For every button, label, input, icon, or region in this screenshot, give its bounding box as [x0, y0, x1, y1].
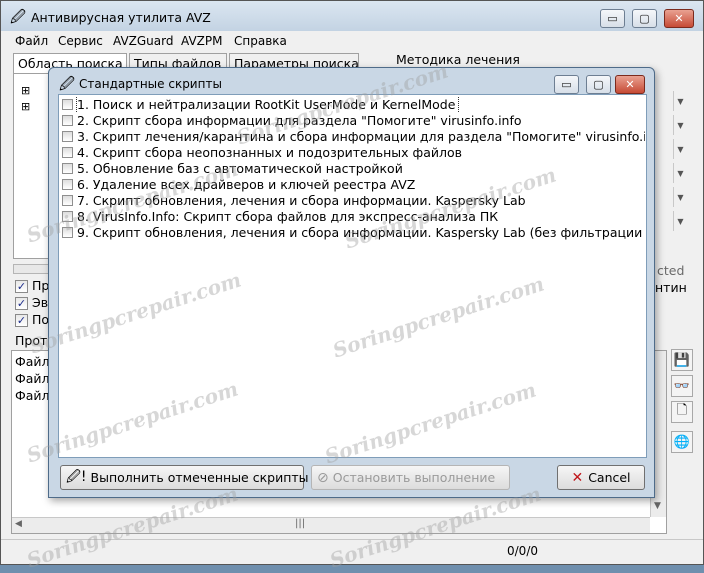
standard-scripts-dialog: 🖉 Стандартные скрипты ▭ ▢ ✕ 1. Поиск и н… [48, 67, 655, 498]
minimize-icon: ▭ [561, 78, 572, 91]
tree-expand-icon[interactable]: ⊞ [21, 84, 30, 97]
script-checkbox[interactable] [62, 195, 73, 206]
script-checkbox[interactable] [62, 227, 73, 238]
stop-execution-label: Остановить выполнение [332, 470, 496, 485]
run-scripts-label: Выполнить отмеченные скрипты [90, 470, 309, 485]
combo-arrow-icon[interactable]: ▼ [673, 211, 687, 231]
stop-execution-button[interactable]: ⊘ Остановить выполнение [311, 465, 510, 490]
app-icon: 🖉 [10, 8, 26, 26]
cancel-label: Cancel [588, 470, 631, 485]
cancel-button[interactable]: ✕ Cancel [557, 465, 645, 490]
menu-service[interactable]: Сервис [58, 34, 103, 48]
script-label: 6. Удаление всех драйверов и ключей реес… [77, 177, 416, 192]
menu-file[interactable]: Файл [15, 34, 48, 48]
log-line: Файл [15, 354, 50, 369]
scroll-thumb-icon[interactable]: ||| [295, 518, 305, 529]
scroll-down-icon[interactable]: ▼ [654, 501, 661, 511]
menu-avzpm[interactable]: AVZPM [181, 34, 222, 48]
option-label: Эв [32, 295, 49, 310]
maximize-icon: ▢ [639, 12, 650, 25]
run-scripts-icon: 🖉! [66, 468, 87, 485]
dialog-title: Стандартные скрипты [79, 77, 222, 91]
minimize-icon: ▭ [607, 12, 618, 25]
log-line: Файл [15, 371, 50, 386]
script-item[interactable]: 8. VirusInfo.Info: Скрипт сбора файлов д… [59, 209, 645, 225]
script-checkbox[interactable] [62, 131, 73, 142]
log-horizontal-scrollbar[interactable]: ◀ ||| [12, 517, 650, 533]
dialog-close-button[interactable]: ✕ [615, 75, 645, 94]
main-titlebar: 🖉 Антивирусная утилита AVZ ▭ ▢ ✕ [1, 1, 703, 31]
status-counter: 0/0/0 [507, 544, 538, 558]
dialog-minimize-button[interactable]: ▭ [554, 75, 579, 94]
script-label: 3. Скрипт лечения/карантина и сбора инфо… [77, 129, 645, 144]
script-label: 4. Скрипт сбора неопознанных и подозрите… [77, 145, 462, 160]
script-item[interactable]: 5. Обновление баз с автоматической настр… [59, 161, 645, 177]
tree-expand-icon[interactable]: ⊞ [21, 100, 30, 113]
script-checkbox[interactable] [62, 99, 73, 110]
partial-option-label: cted [657, 263, 685, 278]
script-label: 8. VirusInfo.Info: Скрипт сбора файлов д… [77, 209, 499, 224]
network-button[interactable]: 🌐 [671, 431, 693, 453]
stop-icon: ⊘ [317, 469, 329, 486]
glasses-icon: 👓 [673, 378, 691, 394]
script-checkbox[interactable] [62, 211, 73, 222]
run-scripts-button[interactable]: 🖉! Выполнить отмеченные скрипты [60, 465, 309, 490]
close-icon: ✕ [625, 78, 635, 91]
script-checkbox[interactable] [62, 115, 73, 126]
scroll-left-icon[interactable]: ◀ [15, 519, 22, 529]
close-button[interactable]: ✕ [664, 9, 694, 28]
menu-avzguard[interactable]: AVZGuard [113, 34, 173, 48]
menu-help[interactable]: Справка [234, 34, 287, 48]
save-icon: 💾 [673, 352, 691, 368]
combo-arrow-icon[interactable]: ▼ [673, 187, 687, 207]
network-icon: 🌐 [673, 434, 691, 450]
option-label: По [32, 312, 50, 327]
script-checkbox[interactable] [62, 163, 73, 174]
document-icon: 🗋 [676, 403, 688, 418]
script-label: 7. Скрипт обновления, лечения и сбора ин… [77, 193, 526, 208]
script-item[interactable]: 1. Поиск и нейтрализации RootKit UserMod… [59, 97, 645, 113]
script-label: 9. Скрипт обновления, лечения и сбора ин… [77, 225, 645, 240]
save-button[interactable]: 💾 [671, 349, 693, 371]
option-checkbox[interactable] [15, 297, 28, 310]
script-item[interactable]: 4. Скрипт сбора неопознанных и подозрите… [59, 145, 645, 161]
open-button[interactable]: 🗋 [671, 401, 693, 423]
combo-arrow-icon[interactable]: ▼ [673, 163, 687, 183]
combo-arrow-icon[interactable]: ▼ [673, 139, 687, 159]
log-tab-label[interactable]: Прот [15, 333, 47, 348]
script-checkbox[interactable] [62, 179, 73, 190]
script-label: 2. Скрипт сбора информации для раздела "… [77, 113, 522, 128]
treatment-heading: Методика лечения [396, 52, 520, 67]
option-checkbox[interactable] [15, 280, 28, 293]
script-item[interactable]: 9. Скрипт обновления, лечения и сбора ин… [59, 225, 645, 241]
option-checkbox[interactable] [15, 314, 28, 327]
script-item[interactable]: 7. Скрипт обновления, лечения и сбора ин… [59, 193, 645, 209]
cancel-x-icon: ✕ [571, 469, 584, 486]
log-lines: Файл Файл Файл [15, 353, 50, 404]
window-title: Антивирусная утилита AVZ [31, 10, 211, 25]
option-label: Пр [32, 278, 50, 293]
script-item[interactable]: 6. Удаление всех драйверов и ключей реес… [59, 177, 645, 193]
partial-option-label: нтин [655, 280, 687, 295]
combo-arrow-icon[interactable]: ▼ [673, 115, 687, 135]
dialog-maximize-button[interactable]: ▢ [586, 75, 611, 94]
script-item[interactable]: 3. Скрипт лечения/карантина и сбора инфо… [59, 129, 645, 145]
minimize-button[interactable]: ▭ [600, 9, 625, 28]
script-checkbox[interactable] [62, 147, 73, 158]
log-line: Файл [15, 388, 50, 403]
menu-bar: Файл Сервис AVZGuard AVZPM Справка [1, 31, 703, 51]
maximize-icon: ▢ [593, 78, 604, 91]
status-bar: 0/0/0 [1, 539, 703, 564]
scripts-list: 1. Поиск и нейтрализации RootKit UserMod… [58, 94, 647, 458]
script-label: 5. Обновление баз с автоматической настр… [77, 161, 403, 176]
combo-arrow-icon[interactable]: ▼ [673, 91, 687, 111]
maximize-button[interactable]: ▢ [632, 9, 657, 28]
script-label: 1. Поиск и нейтрализации RootKit UserMod… [75, 97, 460, 113]
view-button[interactable]: 👓 [671, 375, 693, 397]
close-icon: ✕ [674, 12, 684, 25]
script-item[interactable]: 2. Скрипт сбора информации для раздела "… [59, 113, 645, 129]
